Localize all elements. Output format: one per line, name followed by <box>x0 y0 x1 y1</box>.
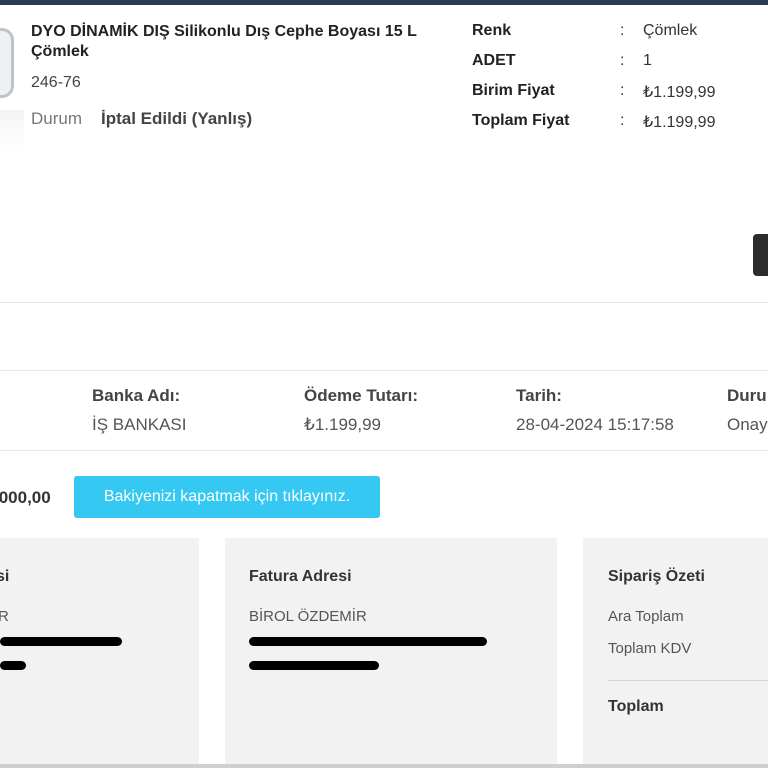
payment-amount-value: ₺1.199,99 <box>304 415 381 434</box>
redacted-address-line <box>249 637 487 646</box>
spec-colon: : <box>620 82 625 99</box>
spec-value: ₺1.199,99 <box>643 114 716 131</box>
product-title[interactable]: DYO DİNAMİK DIŞ Silikonlu Dış Cephe Boya… <box>31 22 451 62</box>
top-bar <box>0 0 768 5</box>
image-shadow <box>0 110 24 150</box>
spec-key: ADET <box>472 52 516 69</box>
bank-name-value: İŞ BANKASI <box>92 415 187 434</box>
divider <box>0 302 768 303</box>
spec-value: 1 <box>643 52 652 69</box>
close-balance-button[interactable]: Bakiyenizi kapatmak için tıklayınız. <box>74 476 380 518</box>
bank-name-label: Banka Adı: <box>92 386 181 405</box>
payment-status-label: Duru <box>727 386 767 405</box>
redacted-address-line <box>0 637 122 646</box>
spec-key: Toplam Fiyat <box>472 112 570 129</box>
vat-label: Toplam KDV <box>608 640 692 657</box>
spec-colon: : <box>620 22 625 39</box>
total-label: Toplam <box>608 698 664 715</box>
payment-date-value: 28-04-2024 15:17:58 <box>516 415 674 434</box>
delivery-address-card: si R <box>0 538 199 768</box>
payment-date-label: Tarih: <box>516 386 562 405</box>
spec-key: Renk <box>472 22 512 39</box>
divider <box>0 370 768 371</box>
balance-amount: .000,00 <box>0 488 51 507</box>
delivery-address-title: si <box>0 568 10 585</box>
action-button[interactable] <box>753 234 768 276</box>
payment-amount-label: Ödeme Tutarı: <box>304 386 418 405</box>
spec-colon: : <box>620 52 625 69</box>
payment-status-value: Onay <box>727 415 768 434</box>
redacted-address-line <box>249 661 379 670</box>
order-summary-title: Sipariş Özeti <box>608 568 705 585</box>
payment-status-field: Duru Onay <box>727 386 768 435</box>
payment-date-field: Tarih: 28-04-2024 15:17:58 <box>516 386 674 435</box>
spec-value: ₺1.199,99 <box>643 84 716 101</box>
invoice-address-card: Fatura Adresi BİROL ÖZDEMİR <box>225 538 557 768</box>
redacted-address-line <box>0 661 26 670</box>
horizontal-scrollbar[interactable] <box>0 764 768 768</box>
paint-can-image <box>0 28 14 98</box>
product-sku: 246-76 <box>31 74 81 91</box>
delivery-address-name: R <box>0 608 9 625</box>
invoice-address-name: BİROL ÖZDEMİR <box>249 608 367 625</box>
spec-colon: : <box>620 112 625 129</box>
status-value: İptal Edildi (Yanlış) <box>101 109 253 128</box>
invoice-address-title: Fatura Adresi <box>249 568 352 585</box>
summary-divider <box>608 680 768 681</box>
spec-value: Çömlek <box>643 22 698 39</box>
order-status-row: Durum İptal Edildi (Yanlış) <box>31 109 252 129</box>
divider <box>0 450 768 451</box>
payment-amount-field: Ödeme Tutarı: ₺1.199,99 <box>304 386 418 435</box>
bank-name-field: Banka Adı: İŞ BANKASI <box>92 386 186 435</box>
order-summary-card: Sipariş Özeti Ara Toplam Toplam KDV Topl… <box>583 538 768 768</box>
subtotal-label: Ara Toplam <box>608 608 684 625</box>
spec-key: Birim Fiyat <box>472 82 555 99</box>
product-image[interactable] <box>0 28 24 152</box>
status-label: Durum <box>31 109 83 128</box>
